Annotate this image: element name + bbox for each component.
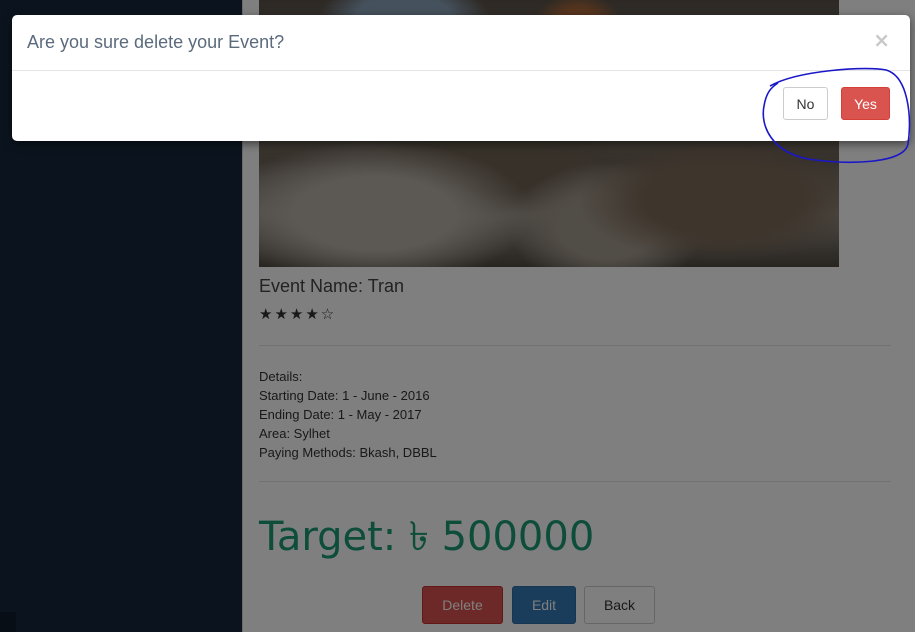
close-icon[interactable]: ×: [873, 28, 890, 52]
modal-title: Are you sure delete your Event?: [27, 32, 285, 52]
yes-button[interactable]: Yes: [841, 87, 890, 120]
delete-confirm-modal: Are you sure delete your Event? × No Yes: [12, 15, 910, 141]
no-button[interactable]: No: [783, 87, 828, 120]
modal-header: Are you sure delete your Event? ×: [12, 15, 910, 71]
modal-footer: No Yes: [12, 71, 910, 141]
